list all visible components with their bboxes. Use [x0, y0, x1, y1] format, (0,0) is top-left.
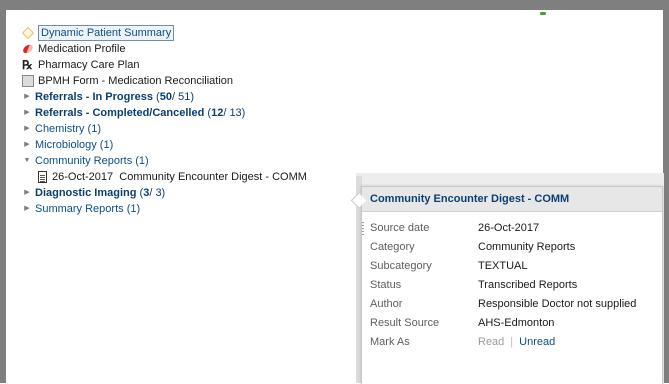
triangle-right-icon[interactable]: ▶ — [22, 91, 32, 103]
property-value: Community Reports — [478, 241, 576, 253]
tree-item-medication-profile[interactable]: Medication Profile — [21, 41, 362, 57]
tree-item-chemistry[interactable]: ▶ Chemistry (1) — [22, 121, 362, 137]
document-icon — [38, 171, 47, 183]
tree-item-label[interactable]: Community Encounter Digest - COMM — [119, 169, 307, 185]
property-value: TEXTUAL — [478, 260, 528, 272]
tree-item-date[interactable]: 26-Oct-2017 — [52, 169, 113, 185]
property-key: Source date — [370, 222, 430, 234]
popup-title: Community Encounter Digest - COMM — [362, 187, 662, 212]
tree-item-label[interactable]: Referrals - In Progress — [35, 89, 153, 105]
tree-item-label[interactable]: Diagnostic Imaging — [35, 185, 136, 201]
tree-item-label[interactable]: BPMH Form - Medication Reconciliation — [38, 73, 233, 89]
tree-item-diagnostic-imaging[interactable]: ▶ Diagnostic Imaging (3 / 3) — [22, 185, 362, 201]
property-key: Mark As — [370, 336, 410, 348]
tree-item-label[interactable]: Medication Profile — [38, 41, 125, 57]
property-value: Responsible Doctor not supplied — [478, 298, 637, 310]
form-icon — [22, 75, 34, 87]
triangle-right-icon[interactable]: ▶ — [22, 203, 32, 215]
property-row: Subcategory TEXTUAL — [362, 257, 662, 276]
property-row: Category Community Reports — [362, 238, 662, 257]
mark-as-options: Read | Unread — [478, 333, 555, 352]
tree-item-bpmh[interactable]: BPMH Form - Medication Reconciliation — [22, 73, 362, 89]
mark-as-row: Mark As Read | Unread — [362, 333, 662, 352]
tree-item-count: 12 — [211, 107, 224, 119]
property-key: Result Source — [370, 317, 440, 329]
tree-item-dynamic-summary[interactable]: Dynamic Patient Summary — [22, 25, 362, 41]
tree-item-count: 50 — [159, 91, 172, 103]
tree-item-label[interactable]: Microbiology (1) — [35, 137, 113, 153]
resize-handle[interactable] — [362, 222, 364, 236]
diamond-icon — [22, 27, 34, 39]
tree-item-label[interactable]: Community Reports (1) — [35, 153, 149, 169]
status-indicator — [540, 12, 546, 15]
triangle-right-icon[interactable]: ▶ — [22, 187, 32, 199]
property-key: Status — [370, 279, 402, 291]
pill-icon — [21, 42, 35, 56]
tree-item-label[interactable]: Dynamic Patient Summary — [38, 25, 175, 41]
tree-item-total: / 3) — [149, 187, 166, 199]
property-value: Transcribed Reports — [478, 279, 578, 291]
property-key: Author — [370, 298, 403, 310]
tree-item-total: / 51) — [171, 91, 194, 103]
triangle-right-icon[interactable]: ▶ — [22, 139, 32, 151]
tree-item-microbiology[interactable]: ▶ Microbiology (1) — [22, 137, 362, 153]
mark-read-link[interactable]: Read — [478, 336, 504, 348]
tree-item-total: / 13) — [223, 107, 246, 119]
property-row: Source date 26-Oct-2017 — [362, 219, 662, 238]
tree-item-label[interactable]: Referrals - Completed/Cancelled — [35, 105, 204, 121]
property-row: Result Source AHS-Edmonton — [362, 314, 662, 333]
triangle-down-icon[interactable]: ▼ — [22, 155, 32, 167]
rx-icon: ℞ — [22, 58, 33, 72]
tree-item-pharmacy-care-plan[interactable]: ℞ Pharmacy Care Plan — [22, 57, 362, 73]
tree-item-label[interactable]: Chemistry (1) — [35, 121, 101, 137]
mark-as-separator: | — [510, 336, 514, 348]
tree-item-label[interactable]: Summary Reports (1) — [35, 201, 140, 217]
triangle-right-icon[interactable]: ▶ — [22, 123, 32, 135]
property-row: Author Responsible Doctor not supplied — [362, 295, 662, 314]
property-key: Subcategory — [370, 260, 432, 272]
tree-item-summary-reports[interactable]: ▶ Summary Reports (1) — [22, 201, 362, 217]
popup-properties: Source date 26-Oct-2017 Category Communi… — [362, 219, 662, 352]
property-key: Category — [370, 241, 415, 253]
tree-item-community-encounter[interactable]: 26-Oct-2017 Community Encounter Digest -… — [38, 169, 362, 185]
triangle-right-icon[interactable]: ▶ — [22, 107, 32, 119]
tree-item-community-reports[interactable]: ▼ Community Reports (1) — [22, 153, 362, 169]
tree-item-referrals-in-progress[interactable]: ▶ Referrals - In Progress (50 / 51) — [22, 89, 362, 105]
tree-item-label[interactable]: Pharmacy Care Plan — [38, 57, 140, 73]
property-row: Status Transcribed Reports — [362, 276, 662, 295]
mark-unread-link[interactable]: Unread — [519, 336, 555, 348]
property-value: AHS-Edmonton — [478, 317, 555, 329]
window-frame-left — [0, 0, 6, 383]
chart-tree: Dynamic Patient Summary Medication Profi… — [21, 25, 362, 217]
tree-item-referrals-completed[interactable]: ▶ Referrals - Completed/Cancelled (12 / … — [22, 105, 362, 121]
document-tooltip-popup: Community Encounter Digest - COMM Source… — [361, 186, 663, 384]
property-value: 26-Oct-2017 — [478, 222, 540, 234]
window-frame-top — [0, 0, 669, 10]
